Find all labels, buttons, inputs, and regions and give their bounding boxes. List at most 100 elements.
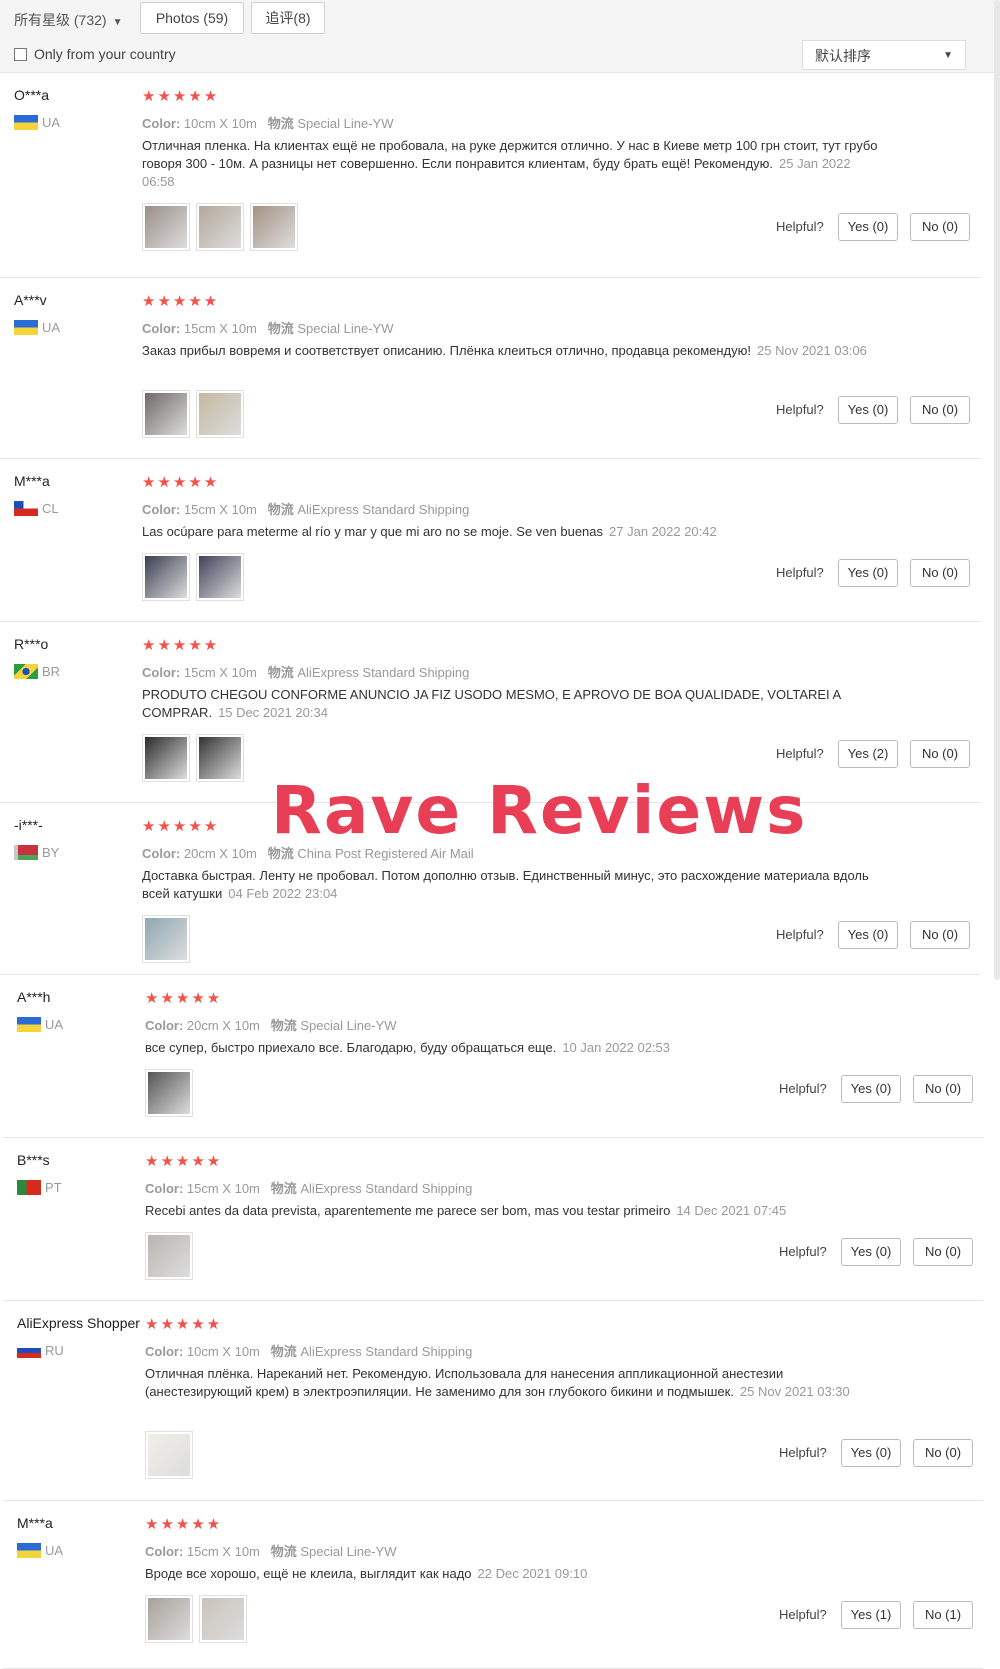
country-code: BY	[42, 845, 60, 860]
review-photo-thumbnail[interactable]	[199, 1595, 247, 1643]
sort-label: 默认排序	[815, 48, 871, 64]
review-meta: Color: 15cm X 10m 物流 Special Line-YW	[142, 318, 393, 337]
review-meta: Color: 10cm X 10m 物流 AliExpress Standard…	[145, 1341, 472, 1360]
helpful-no-button[interactable]: No (0)	[910, 921, 970, 949]
helpful-yes-button[interactable]: Yes (0)	[838, 396, 898, 424]
country-code: UA	[42, 320, 61, 335]
helpful-yes-button[interactable]: Yes (0)	[838, 921, 898, 949]
helpful-no-button[interactable]: No (1)	[913, 1601, 973, 1629]
rating-stars: ★★★★★	[142, 293, 220, 310]
review-photos	[145, 1595, 247, 1643]
helpful-no-button[interactable]: No (0)	[910, 559, 970, 587]
review-photo-thumbnail[interactable]	[142, 203, 190, 251]
rating-stars: ★★★★★	[145, 1316, 223, 1333]
country-flag-icon	[17, 1543, 41, 1558]
review-item: A***h UA ★★★★★ Color: 20cm X 10m 物流 Special…	[3, 975, 983, 1138]
followup-tab[interactable]: 追评(8)	[251, 2, 325, 34]
review-photo-thumbnail[interactable]	[145, 1069, 193, 1117]
reviewer-name: A***v	[14, 292, 47, 308]
review-photo-thumbnail[interactable]	[196, 203, 244, 251]
review-body: Вроде все хорошо, ещё не клеила, выгляди…	[145, 1566, 472, 1581]
review-photo-thumbnail[interactable]	[142, 734, 190, 782]
helpful-no-button[interactable]: No (0)	[913, 1439, 973, 1467]
helpful-label: Helpful?	[779, 1244, 827, 1259]
helpful-no-button[interactable]: No (0)	[910, 740, 970, 768]
review-photo-thumbnail[interactable]	[196, 390, 244, 438]
review-photo-thumbnail[interactable]	[145, 1431, 193, 1479]
review-photo-thumbnail[interactable]	[145, 1595, 193, 1643]
helpful-yes-button[interactable]: Yes (0)	[841, 1075, 901, 1103]
color-value: 20cm X 10m	[186, 1018, 260, 1033]
photos-tab[interactable]: Photos (59)	[140, 2, 244, 34]
rating-filter-dropdown[interactable]: 所有星级 (732) ▼	[14, 8, 122, 32]
review-item: M***a CL ★★★★★ Color: 15cm X 10m 物流 AliExpr…	[0, 459, 980, 622]
review-text: Доставка быстрая. Ленту не пробовал. Пот…	[142, 867, 882, 903]
color-label: Color:	[145, 1344, 184, 1359]
review-photo-thumbnail[interactable]	[142, 553, 190, 601]
reviewer-name: -i***-	[14, 817, 43, 833]
review-item: B***s PT ★★★★★ Color: 15cm X 10m 物流 AliExpr…	[3, 1138, 983, 1301]
review-date: 22 Dec 2021 09:10	[477, 1566, 588, 1581]
only-country-checkbox[interactable]: Only from your country	[14, 46, 176, 62]
color-value: 10cm X 10m	[183, 116, 257, 131]
chevron-down-icon: ▼	[943, 50, 953, 61]
rating-stars: ★★★★★	[142, 637, 220, 654]
helpful-label: Helpful?	[779, 1445, 827, 1460]
country-flag-icon	[14, 501, 38, 516]
review-text: Отличная пленка. На клиентах ещё не проб…	[142, 137, 882, 191]
helpful-no-button[interactable]: No (0)	[913, 1075, 973, 1103]
review-body: Recebi antes da data prevista, aparentem…	[145, 1203, 671, 1218]
helpful-no-button[interactable]: No (0)	[910, 396, 970, 424]
shipping-label: 物流	[267, 665, 294, 680]
review-photo-thumbnail[interactable]	[196, 734, 244, 782]
country-code: UA	[42, 115, 61, 130]
shipping-label: 物流	[270, 1344, 297, 1359]
rating-stars: ★★★★★	[145, 990, 223, 1007]
review-text: Recebi antes da data prevista, aparentem…	[145, 1202, 885, 1220]
review-photos	[142, 915, 190, 963]
helpful-yes-button[interactable]: Yes (2)	[838, 740, 898, 768]
rating-stars: ★★★★★	[142, 474, 220, 491]
color-label: Color:	[142, 846, 181, 861]
country-code: CL	[42, 501, 59, 516]
helpful-label: Helpful?	[776, 219, 824, 234]
helpful-yes-button[interactable]: Yes (0)	[838, 559, 898, 587]
rating-stars: ★★★★★	[142, 88, 220, 105]
review-photos	[142, 734, 244, 782]
helpful-no-button[interactable]: No (0)	[910, 213, 970, 241]
color-value: 10cm X 10m	[186, 1344, 260, 1359]
helpful-no-button[interactable]: No (0)	[913, 1238, 973, 1266]
color-value: 15cm X 10m	[186, 1181, 260, 1196]
review-text: Отличная плёнка. Нареканий нет. Рекоменд…	[145, 1365, 885, 1401]
review-text: Вроде все хорошо, ещё не клеила, выгляди…	[145, 1565, 885, 1583]
review-date: 04 Feb 2022 23:04	[228, 886, 338, 901]
review-photo-thumbnail[interactable]	[250, 203, 298, 251]
color-label: Color:	[142, 116, 181, 131]
helpful-yes-button[interactable]: Yes (0)	[838, 213, 898, 241]
sort-dropdown[interactable]: 默认排序 ▼	[802, 40, 966, 70]
review-photo-thumbnail[interactable]	[196, 553, 244, 601]
shipping-label: 物流	[270, 1181, 297, 1196]
country-flag-icon	[17, 1017, 41, 1032]
review-photo-thumbnail[interactable]	[142, 915, 190, 963]
review-date: 15 Dec 2021 20:34	[218, 705, 328, 720]
checkbox-box[interactable]	[14, 47, 27, 61]
helpful-label: Helpful?	[776, 565, 824, 580]
scrollbar[interactable]	[994, 0, 1000, 980]
country-code: UA	[45, 1017, 64, 1032]
review-photo-thumbnail[interactable]	[142, 390, 190, 438]
helpful-yes-button[interactable]: Yes (0)	[841, 1439, 901, 1467]
reviewer-name: R***o	[14, 636, 49, 652]
review-photos	[145, 1431, 193, 1479]
overlay-banner-text: Rave Reviews	[271, 772, 808, 849]
country-flag-icon	[14, 845, 38, 860]
review-photo-thumbnail[interactable]	[145, 1232, 193, 1280]
helpful-label: Helpful?	[779, 1081, 827, 1096]
shipping-value: Special Line-YW	[300, 1018, 397, 1033]
review-meta: Color: 15cm X 10m 物流 Special Line-YW	[145, 1541, 396, 1560]
helpful-label: Helpful?	[776, 746, 824, 761]
country-code: UA	[45, 1543, 64, 1558]
helpful-yes-button[interactable]: Yes (1)	[841, 1601, 901, 1629]
helpful-yes-button[interactable]: Yes (0)	[841, 1238, 901, 1266]
review-photos	[142, 203, 298, 251]
